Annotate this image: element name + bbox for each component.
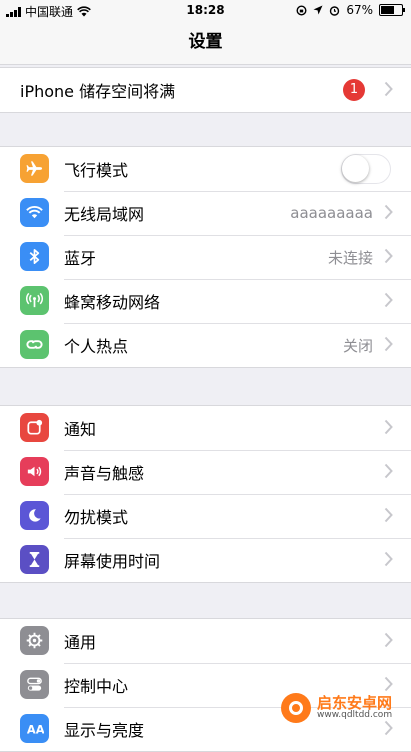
notification-icon <box>20 413 49 442</box>
chevron-right-icon <box>384 336 393 352</box>
speaker-icon <box>20 457 49 486</box>
watermark-logo-icon <box>281 693 311 723</box>
bluetooth-label: 蓝牙 <box>64 249 97 268</box>
notifications-row[interactable]: 通知 <box>0 406 411 450</box>
location-icon <box>313 5 323 15</box>
airplane-icon <box>20 154 49 183</box>
site-watermark: 启东安卓网 www.qdltdd.com <box>281 690 407 726</box>
battery-level <box>381 6 395 14</box>
chevron-right-icon <box>384 248 393 264</box>
general-row[interactable]: 通用 <box>0 619 411 663</box>
status-right: 67% <box>296 3 405 17</box>
antenna-icon <box>20 286 49 315</box>
cellular-label: 蜂窝移动网络 <box>64 293 161 312</box>
general-group: 通用 控制中心 AA 显示与亮度 <box>0 618 411 752</box>
connectivity-group: 飞行模式 无线局域网 aaaaaaaaa 蓝牙 未连接 蜂窝移动网络 个人热点 … <box>0 146 411 368</box>
alarm-icon <box>330 5 340 16</box>
chevron-right-icon <box>384 419 393 435</box>
notifications-group: 通知 声音与触感 勿扰模式 屏幕使用时间 <box>0 405 411 583</box>
chevron-right-icon <box>384 463 393 479</box>
chevron-right-icon <box>384 292 393 308</box>
screen-time-label: 屏幕使用时间 <box>64 552 161 571</box>
general-label: 通用 <box>64 633 97 652</box>
dnd-label: 勿扰模式 <box>64 508 129 527</box>
airplane-mode-label: 飞行模式 <box>64 161 129 180</box>
storage-warning-label: iPhone 储存空间将满 <box>20 82 176 101</box>
storage-group: iPhone 储存空间将满 1 <box>0 67 411 113</box>
toggle-knob <box>342 155 369 182</box>
airplane-mode-row: 飞行模式 <box>0 147 411 191</box>
wifi-label: 无线局域网 <box>64 205 145 224</box>
chevron-right-icon <box>384 551 393 567</box>
page-title: 设置 <box>188 32 223 52</box>
wifi-icon <box>20 198 49 227</box>
chevron-right-icon <box>384 507 393 523</box>
moon-icon <box>20 501 49 530</box>
chevron-right-icon <box>384 81 393 97</box>
hotspot-row[interactable]: 个人热点 关闭 <box>0 323 411 367</box>
chevron-right-icon <box>384 632 393 648</box>
hotspot-status: 关闭 <box>342 336 373 355</box>
wifi-row[interactable]: 无线局域网 aaaaaaaaa <box>0 191 411 235</box>
sounds-label: 声音与触感 <box>64 464 145 483</box>
watermark-url: www.qdltdd.com <box>317 710 393 721</box>
gear-icon <box>20 626 49 655</box>
display-label: 显示与亮度 <box>64 721 145 740</box>
storage-badge: 1 <box>343 79 365 101</box>
cellular-row[interactable]: 蜂窝移动网络 <box>0 279 411 323</box>
display-icon: AA <box>20 714 49 743</box>
wifi-network-name: aaaaaaaaa <box>290 204 373 222</box>
bluetooth-row[interactable]: 蓝牙 未连接 <box>0 235 411 279</box>
svg-text:AA: AA <box>27 722 44 736</box>
airplane-mode-toggle[interactable] <box>341 154 391 184</box>
control-center-label: 控制中心 <box>64 677 129 696</box>
battery-percent: 67% <box>346 3 373 17</box>
bluetooth-status: 未连接 <box>327 248 373 267</box>
status-bar: 中国联通 18:28 67% <box>0 0 411 22</box>
hotspot-label: 个人热点 <box>64 337 129 356</box>
sounds-row[interactable]: 声音与触感 <box>0 450 411 494</box>
rotation-lock-icon <box>296 4 307 16</box>
nav-bar: 设置 <box>0 22 411 65</box>
battery-icon <box>379 4 405 16</box>
switches-icon <box>20 670 49 699</box>
dnd-row[interactable]: 勿扰模式 <box>0 494 411 538</box>
hotspot-icon <box>20 330 49 359</box>
watermark-text: 启东安卓网 www.qdltdd.com <box>317 695 392 721</box>
storage-warning-row[interactable]: iPhone 储存空间将满 1 <box>0 68 411 112</box>
notifications-label: 通知 <box>64 420 97 439</box>
screen-time-row[interactable]: 屏幕使用时间 <box>0 538 411 582</box>
hourglass-icon <box>20 545 49 574</box>
chevron-right-icon <box>384 204 393 220</box>
watermark-title: 启东安卓网 <box>317 693 393 712</box>
bluetooth-icon <box>20 242 49 271</box>
